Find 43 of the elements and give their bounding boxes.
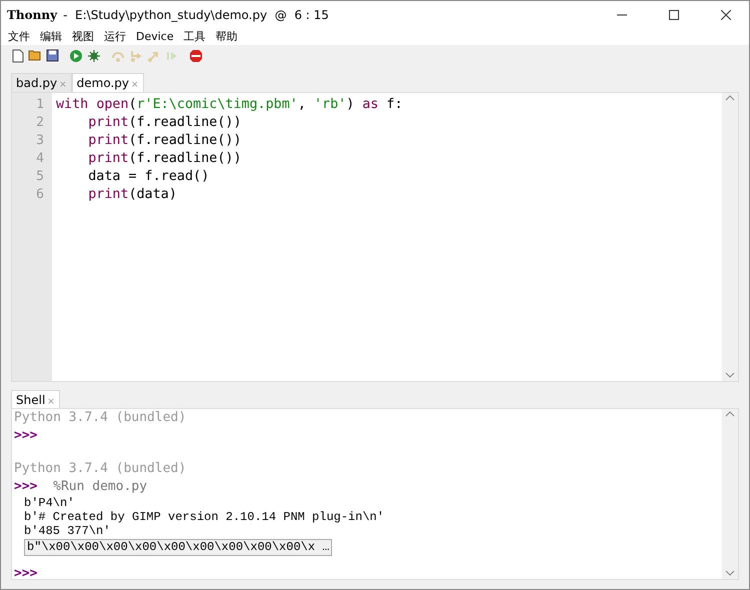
shell-prompt: >>> (14, 478, 38, 496)
menu-item[interactable]: 运行 (99, 29, 131, 45)
run-icon[interactable] (68, 48, 84, 64)
code-line: data = f.read() (87, 168, 210, 186)
code-line: print(f.readline()) (87, 132, 242, 150)
file-tab[interactable]: bad.py × (11, 73, 72, 92)
file-tab[interactable]: Shell × (11, 390, 60, 408)
shell-command: %Run demo.py (52, 478, 148, 496)
line-number: 5 (35, 168, 45, 186)
truncated-output[interactable]: b"\x00\x00\x00\x00\x00\x00\x00\x00\x00\x … (24, 539, 332, 556)
code-line: print(data) (87, 186, 178, 204)
shell-version-text: Python 3.7.4 (bundled) (14, 460, 188, 477)
maximize-icon[interactable] (669, 10, 679, 20)
menu-item[interactable]: 文件 (3, 29, 35, 45)
code-line: print(f.readline()) (87, 114, 242, 132)
line-number: 1 (35, 96, 45, 114)
line-number: 2 (35, 114, 45, 132)
code-line: print(f.readline()) (87, 150, 242, 168)
stop-icon[interactable] (188, 48, 204, 64)
save-icon[interactable] (45, 48, 60, 64)
menu-item[interactable]: Device (131, 29, 179, 45)
menu-item[interactable]: 编辑 (35, 29, 67, 45)
line-number: 3 (35, 132, 45, 150)
code-editor[interactable]: 1 2 3 4 5 6 with open(r'E:\comic\timg.pbm', 'rb') as f: print(f.readline()) print(f.readline()) print(f.readline()) data = f.read() print(data) (11, 92, 739, 382)
close-icon[interactable] (721, 10, 731, 20)
menu-item[interactable]: 视图 (67, 29, 99, 45)
line-number: 6 (35, 186, 45, 204)
line-number: 4 (35, 150, 45, 168)
bug-icon[interactable] (86, 48, 102, 64)
shell-output: b'P4\n' (23, 497, 76, 510)
code-line: with open(r'E:\comic\timg.pbm', 'rb') as f: (56, 96, 404, 114)
shell-output: b'485 377\n' (23, 525, 112, 538)
menu-item[interactable]: 帮助 (210, 29, 243, 45)
shell-output: b'# Created by GIMP version 2.10.14 PNM plug-in\n' (23, 511, 386, 524)
thonny-logo: Thonny (7, 8, 58, 22)
shell-panel[interactable]: Python 3.7.4 (bundled) >>> Python 3.7.4 (bundled) >>> %Run demo.py b'P4\n' b'# Created by GIMP version 2.10.14 PNM plug-in\n' b'485 377\n' b"\x00\x00\x00\x00\x00\x00\x00\x00\x00\x … >>> (11, 408, 739, 580)
shell-version-text: Python 3.7.4 (bundled) (14, 409, 188, 426)
file-tab[interactable]: demo.py × (72, 73, 144, 92)
shell-prompt: >>> (14, 565, 38, 583)
menu-item[interactable]: 工具 (178, 29, 211, 45)
window-title: - E:\Study\python_study\demo.py @ 6 : 15 (63, 8, 330, 22)
shell-prompt: >>> (14, 427, 38, 445)
new-file-icon[interactable] (11, 48, 25, 64)
